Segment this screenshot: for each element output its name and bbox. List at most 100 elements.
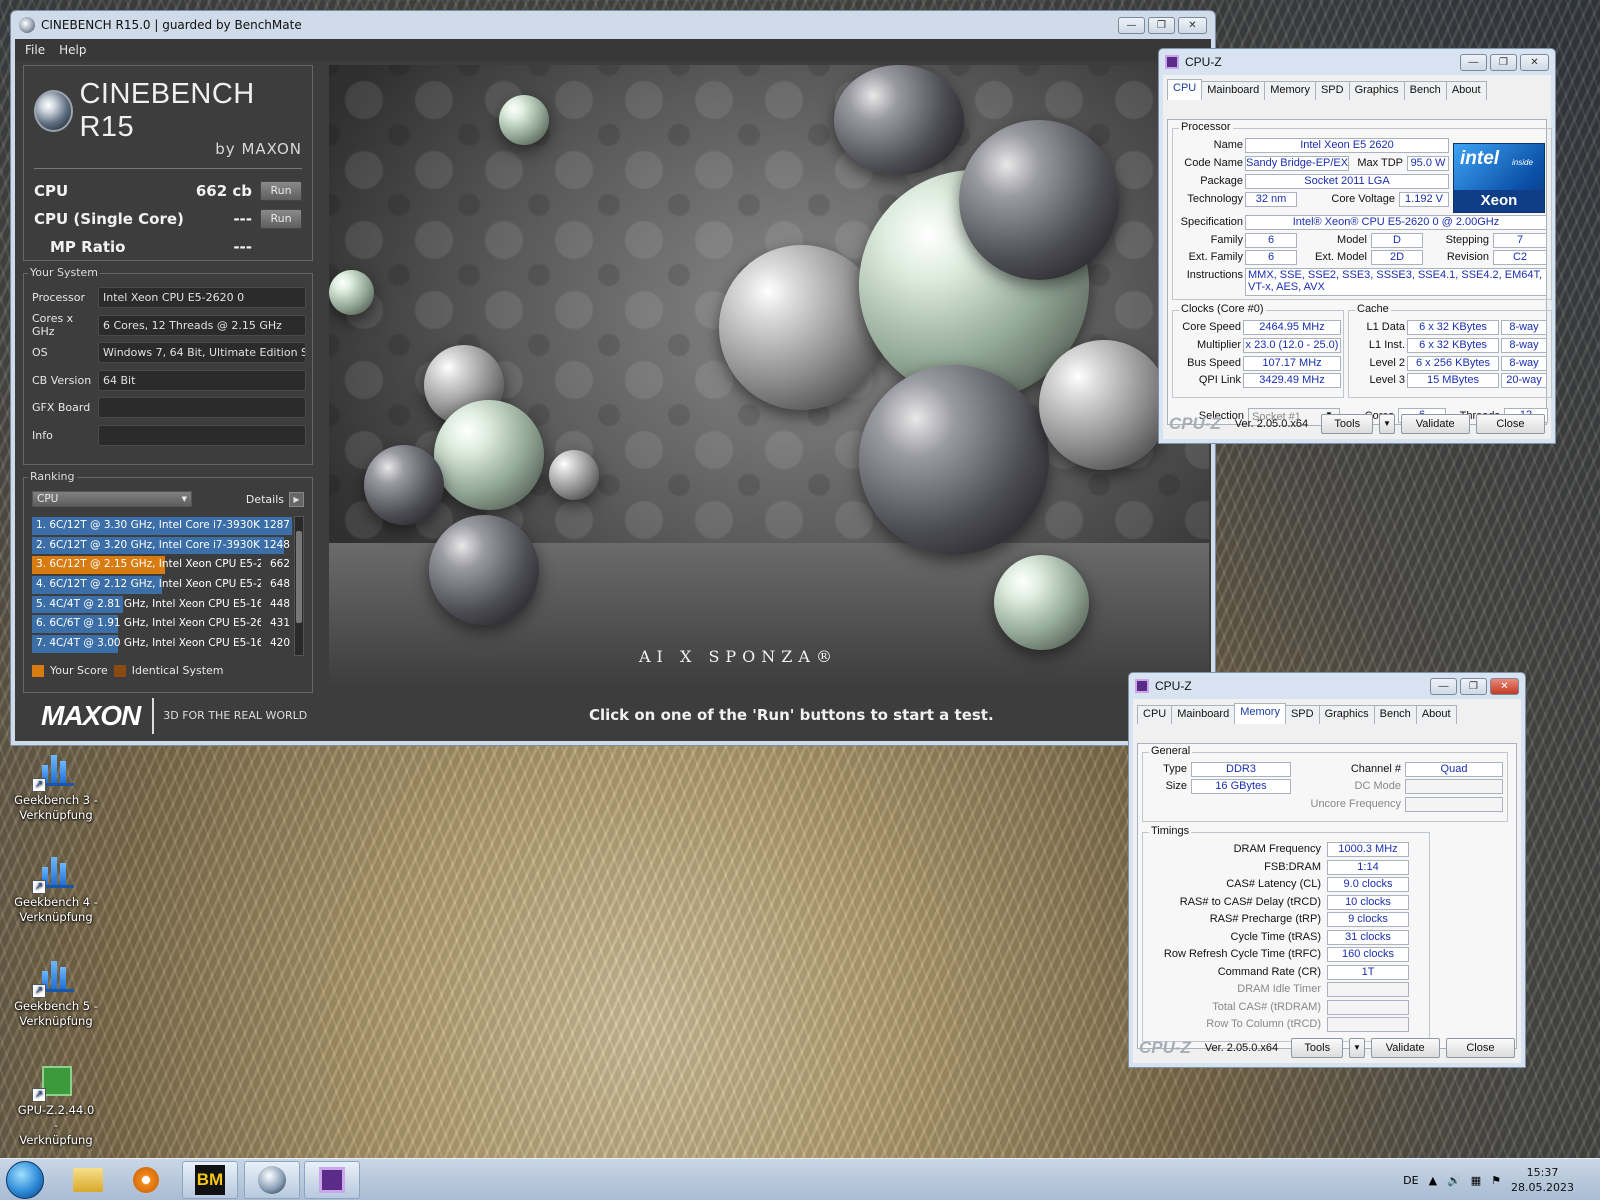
ranking-text: 4. 6C/12T @ 2.12 GHz, Intel Xeon CPU E5-… — [36, 578, 261, 591]
system-value[interactable]: Windows 7, 64 Bit, Ultimate Edition Ser — [98, 342, 306, 364]
taskbar-cinebench[interactable] — [244, 1161, 300, 1199]
tab-cpu[interactable]: CPU — [1137, 705, 1173, 724]
menu-file[interactable]: File — [25, 43, 45, 57]
cache-label: L1 Inst. — [1368, 339, 1405, 351]
menu-help[interactable]: Help — [59, 43, 86, 57]
tab-graphics[interactable]: Graphics — [1348, 81, 1405, 100]
close-window-button[interactable]: Close — [1475, 414, 1545, 434]
system-value[interactable] — [98, 397, 306, 419]
tab-cpu[interactable]: CPU — [1167, 79, 1203, 100]
desktop-icon-geekbench3[interactable]: ↗ Geekbench 3 - Verknüpfung — [14, 750, 98, 823]
start-button[interactable] — [6, 1161, 44, 1199]
tools-dropdown-icon[interactable]: ▼ — [1379, 414, 1395, 434]
desktop-icon-geekbench4[interactable]: ↗ Geekbench 4 - Verknüpfung — [14, 852, 98, 925]
your-score-swatch — [32, 664, 44, 677]
cache-size: 6 x 32 KBytes — [1407, 338, 1499, 353]
maximize-button[interactable]: ❐ — [1148, 16, 1175, 34]
size-label: Size — [1165, 780, 1187, 792]
maximize-button[interactable]: ❐ — [1490, 53, 1517, 71]
tab-mainboard[interactable]: Mainboard — [1171, 705, 1236, 724]
system-value[interactable]: Intel Xeon CPU E5-2620 0 — [98, 287, 306, 309]
size-value: 16 GBytes — [1191, 779, 1291, 794]
language-indicator[interactable]: DE — [1403, 1174, 1418, 1187]
tools-button[interactable]: Tools — [1321, 414, 1374, 434]
intel-inside-text: inside — [1512, 158, 1533, 167]
timing-value — [1327, 999, 1409, 1015]
shortcut-arrow-icon: ↗ — [32, 778, 46, 792]
instructions-value: MMX, SSE, SSE2, SSE3, SSSE3, SSE4.1, SSE… — [1245, 268, 1547, 296]
clock[interactable]: 15:37 28.05.2023 — [1511, 1165, 1574, 1195]
identical-system-swatch — [113, 664, 126, 677]
validate-button[interactable]: Validate — [1400, 414, 1470, 434]
tab-bench[interactable]: Bench — [1373, 705, 1417, 724]
tab-memory[interactable]: Memory — [1264, 81, 1316, 100]
ranking-row[interactable]: 5. 4C/4T @ 2.81 GHz, Intel Xeon CPU E5-1… — [32, 595, 292, 615]
ranking-row[interactable]: 3. 6C/12T @ 2.15 GHz, Intel Xeon CPU E5-… — [32, 555, 292, 575]
desktop-icon-label: Geekbench 5 - — [14, 999, 98, 1013]
network-icon[interactable]: ▦ — [1471, 1174, 1481, 1187]
volume-icon[interactable]: 🔊 — [1447, 1174, 1461, 1187]
minimize-button[interactable]: — — [1430, 677, 1457, 695]
cpuz-titlebar[interactable]: CPU-Z — ❐ ✕ — [1129, 673, 1525, 699]
cpu-tab-pane: Processor Name Intel Xeon E5 2620 Code N… — [1167, 119, 1552, 426]
ranking-row[interactable]: 4. 6C/12T @ 2.12 GHz, Intel Xeon CPU E5-… — [32, 575, 292, 595]
desktop-icon-geekbench5[interactable]: ↗ Geekbench 5 - Verknüpfung — [14, 956, 98, 1029]
cpuz-logo: CPU-Z — [1169, 414, 1221, 433]
minimize-button[interactable]: — — [1460, 53, 1487, 71]
taskbar-media-player[interactable] — [118, 1161, 174, 1199]
cpuz-titlebar[interactable]: CPU-Z — ❐ ✕ — [1159, 49, 1555, 75]
tab-graphics[interactable]: Graphics — [1318, 705, 1375, 724]
ranking-row[interactable]: 1. 6C/12T @ 3.30 GHz, Intel Core i7-3930… — [32, 516, 292, 536]
timing-value — [1327, 982, 1409, 997]
tab-about[interactable]: About — [1415, 705, 1457, 724]
timing-label: RAS# to CAS# Delay (tRCD) — [1179, 895, 1321, 908]
tab-spd[interactable]: SPD — [1284, 705, 1320, 724]
tab-memory[interactable]: Memory — [1234, 703, 1286, 724]
cache-size: 6 x 256 KBytes — [1407, 356, 1499, 371]
action-center-icon[interactable]: ⚑ — [1491, 1174, 1501, 1187]
tools-button[interactable]: Tools — [1291, 1038, 1344, 1058]
validate-button[interactable]: Validate — [1370, 1038, 1440, 1058]
package-value: Socket 2011 LGA — [1245, 174, 1449, 189]
ranking-row[interactable]: 7. 4C/4T @ 3.00 GHz, Intel Xeon CPU E5-1… — [32, 634, 292, 654]
scroll-thumb[interactable] — [296, 531, 302, 623]
ranking-text: 2. 6C/12T @ 3.20 GHz, Intel Core i7-3930… — [36, 538, 261, 551]
system-value[interactable]: 6 Cores, 12 Threads @ 2.15 GHz — [98, 314, 306, 336]
geekbench-icon: ↗ — [32, 956, 78, 998]
tab-spd[interactable]: SPD — [1314, 81, 1350, 100]
ranking-score: 648 — [269, 578, 290, 591]
revision-label: Revision — [1446, 251, 1489, 263]
system-row: Cores x GHz 6 Cores, 12 Threads @ 2.15 GH… — [24, 312, 312, 340]
run-single-core-button[interactable]: Run — [260, 209, 302, 229]
desktop-icon-gpuz[interactable]: ↗ GPU-Z.2.44.0 - Verknüpfung — [14, 1060, 98, 1148]
close-button[interactable]: ✕ — [1178, 16, 1207, 34]
close-button[interactable]: ✕ — [1520, 53, 1549, 71]
ranking-scrollbar[interactable] — [294, 516, 304, 656]
timing-label: CAS# Latency (CL) — [1226, 878, 1321, 890]
close-button[interactable]: ✕ — [1490, 677, 1519, 695]
dcmode-label: DC Mode — [1354, 780, 1401, 792]
taskbar-explorer[interactable] — [60, 1161, 116, 1199]
cinebench-titlebar[interactable]: CINEBENCH R15.0 | guarded by BenchMate —… — [11, 11, 1215, 39]
taskbar-cpuz[interactable] — [304, 1161, 360, 1199]
maximize-button[interactable]: ❐ — [1460, 677, 1487, 695]
details-button[interactable]: Details ▶ — [246, 491, 304, 507]
tab-bench[interactable]: Bench — [1403, 81, 1447, 100]
tools-dropdown-icon[interactable]: ▼ — [1349, 1038, 1365, 1058]
ranking-row[interactable]: 2. 6C/12T @ 3.20 GHz, Intel Core i7-3930… — [32, 536, 292, 556]
ranking-category-select[interactable]: CPU — [32, 491, 192, 507]
system-value[interactable]: 64 Bit — [98, 369, 306, 391]
close-window-button[interactable]: Close — [1445, 1038, 1515, 1058]
run-cpu-button[interactable]: Run — [260, 181, 302, 201]
tab-about[interactable]: About — [1445, 81, 1487, 100]
taskbar-benchmate[interactable]: BM — [182, 1161, 238, 1199]
timing-label: FSB:DRAM — [1264, 860, 1321, 873]
system-value[interactable] — [98, 424, 306, 446]
tab-mainboard[interactable]: Mainboard — [1201, 81, 1266, 100]
minimize-button[interactable]: — — [1118, 16, 1145, 34]
ranking-row[interactable]: 6. 6C/6T @ 1.91 GHz, Intel Xeon CPU E5-2… — [32, 614, 292, 634]
revision-value: C2 — [1493, 250, 1547, 265]
tray-expand-icon[interactable]: ▲ — [1429, 1174, 1437, 1187]
clock-date: 28.05.2023 — [1511, 1181, 1574, 1194]
ranking-score: 662 — [269, 558, 290, 571]
